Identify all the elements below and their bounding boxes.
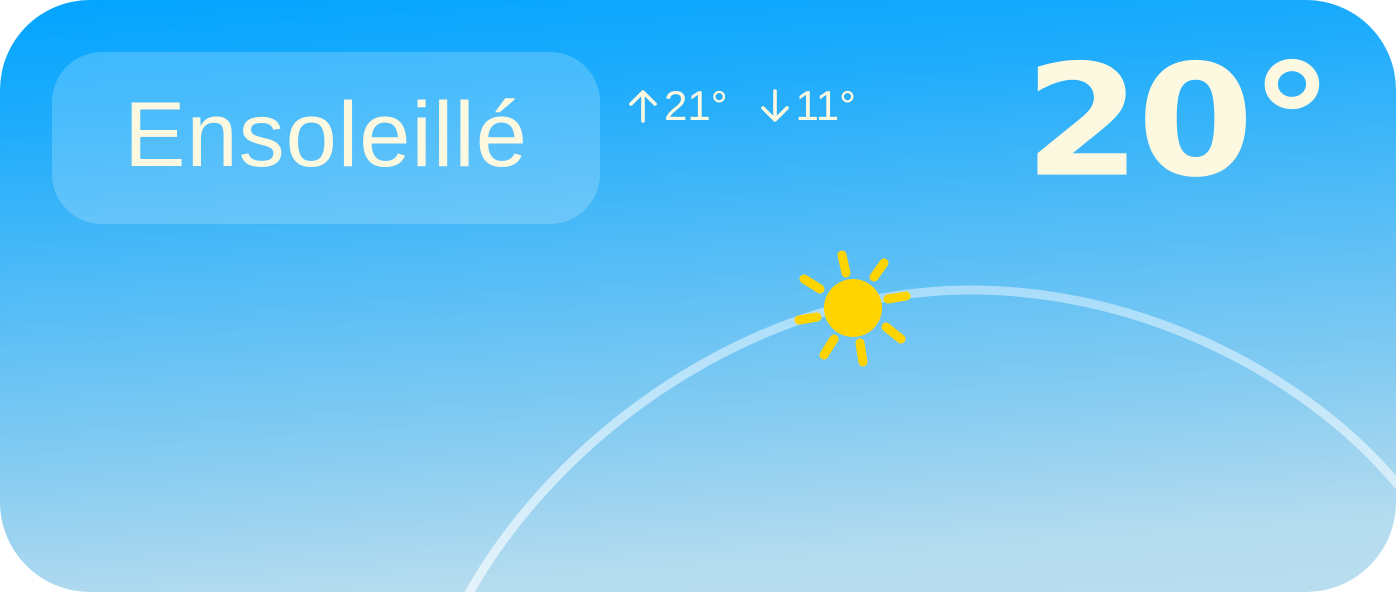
- high-low-temperatures: 21° 11°: [626, 82, 856, 130]
- condition-label: Ensoleillé: [124, 84, 528, 186]
- high-temperature-value: 21°: [664, 82, 728, 129]
- weather-widget[interactable]: Ensoleillé 21° 11° 20°: [0, 0, 1396, 592]
- arrow-down-icon: [760, 89, 789, 122]
- current-temperature: 20°: [1024, 31, 1334, 212]
- sun-icon: [794, 250, 911, 367]
- low-temperature: 11°: [758, 82, 856, 130]
- high-temperature: 21°: [626, 82, 728, 130]
- condition-badge: Ensoleillé: [52, 52, 600, 224]
- low-temperature-value: 11°: [795, 82, 856, 129]
- arrow-up-icon: [629, 90, 657, 123]
